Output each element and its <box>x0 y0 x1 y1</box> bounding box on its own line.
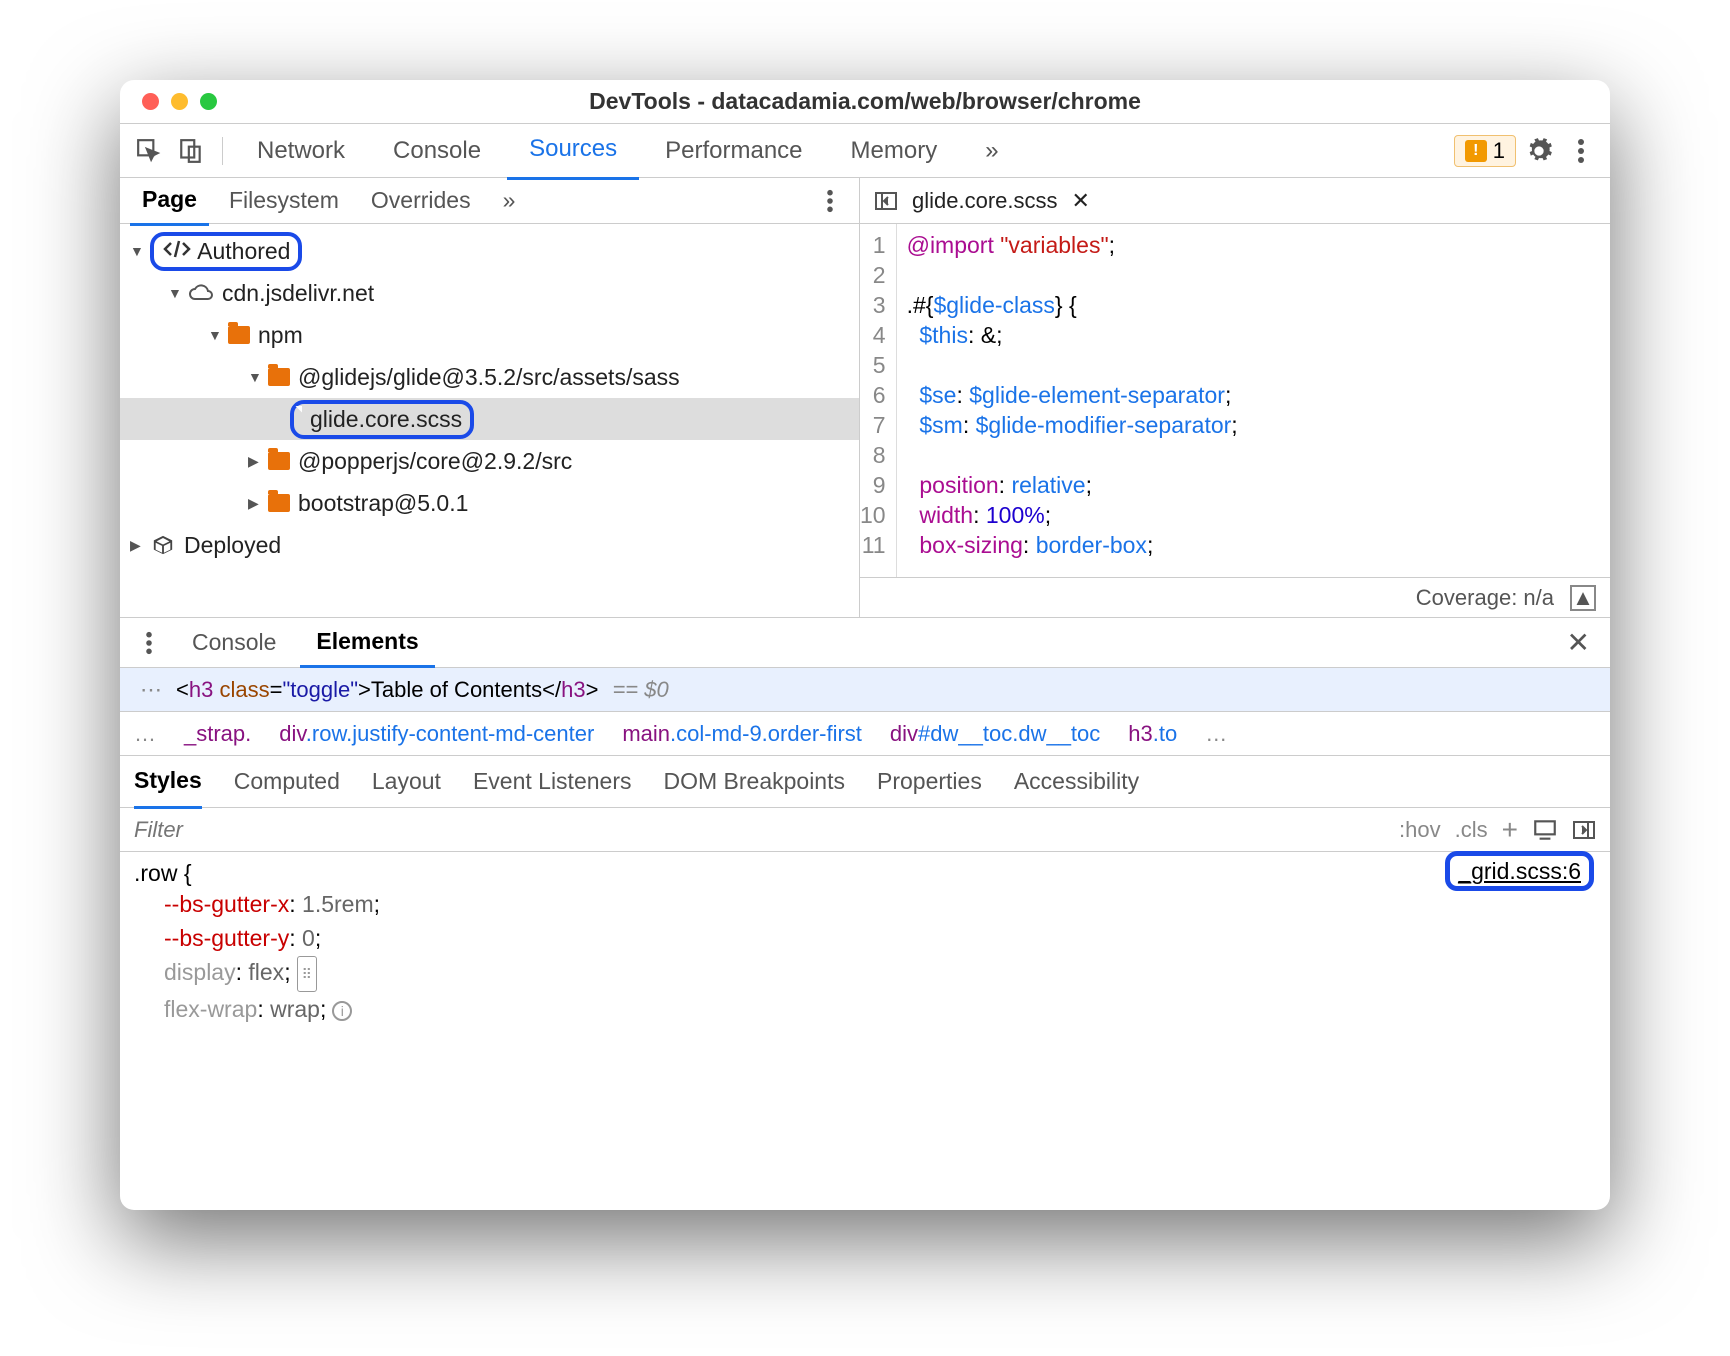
nav-tab-filesystem[interactable]: Filesystem <box>217 177 351 224</box>
style-tab-props[interactable]: Properties <box>877 768 982 795</box>
filter-input[interactable] <box>134 817 1385 843</box>
tab-sources[interactable]: Sources <box>507 121 639 180</box>
code-content: @import "variables";.#{$glide-class} { $… <box>897 224 1238 577</box>
kebab-icon[interactable] <box>811 182 849 220</box>
top-toolbar: Network Console Sources Performance Memo… <box>120 124 1610 178</box>
chevron-down-icon: ▼ <box>248 369 262 385</box>
warning-icon: ! <box>1465 140 1487 162</box>
highlight-capsule: Authored <box>150 232 302 271</box>
navigator-tabs: Page Filesystem Overrides » <box>120 178 859 224</box>
tree-domain[interactable]: ▼ cdn.jsdelivr.net <box>120 272 859 314</box>
box-icon <box>150 534 176 556</box>
chevron-down-icon: ▼ <box>130 243 144 259</box>
chevron-right-icon: ▶ <box>248 495 262 512</box>
close-icon[interactable]: ✕ <box>1557 626 1600 659</box>
folder-icon <box>268 452 290 470</box>
cls-button[interactable]: .cls <box>1455 817 1488 843</box>
computed-icon[interactable] <box>1532 819 1558 841</box>
gear-icon[interactable] <box>1520 132 1558 170</box>
device-icon[interactable] <box>172 132 210 170</box>
line-gutter: 1234567891011 <box>860 224 897 577</box>
chevron-down-icon: ▼ <box>208 327 222 343</box>
panel-toggle-icon[interactable] <box>874 191 898 211</box>
style-tabs: Styles Computed Layout Event Listeners D… <box>120 756 1610 808</box>
tab-console[interactable]: Console <box>371 123 503 179</box>
panel-toggle-icon[interactable] <box>1572 820 1596 840</box>
tab-performance[interactable]: Performance <box>643 123 824 179</box>
html-source: <h3 class="toggle">Table of Contents</h3… <box>176 677 598 703</box>
tab-more[interactable]: » <box>963 123 1020 179</box>
sources-panel: Page Filesystem Overrides » ▼ Authored ▼ <box>120 178 1610 618</box>
tab-network[interactable]: Network <box>235 123 367 179</box>
css-rule: _grid.scss:6 .row { --bs-gutter-x: 1.5re… <box>120 852 1610 1026</box>
selected-indicator: == $0 <box>612 677 668 703</box>
tree-label: bootstrap@5.0.1 <box>298 490 468 517</box>
navigator-pane: Page Filesystem Overrides » ▼ Authored ▼ <box>120 178 860 617</box>
tree-label: glide.core.scss <box>310 406 462 432</box>
tree-npm[interactable]: ▼ npm <box>120 314 859 356</box>
badge-count: 1 <box>1493 138 1505 164</box>
hov-button[interactable]: :hov <box>1399 817 1441 843</box>
tree-authored[interactable]: ▼ Authored <box>120 230 859 272</box>
style-tab-a11y[interactable]: Accessibility <box>1014 768 1139 795</box>
style-tab-event[interactable]: Event Listeners <box>473 768 632 795</box>
tree-label: cdn.jsdelivr.net <box>222 280 374 307</box>
coverage-label: Coverage: n/a <box>1416 585 1554 611</box>
tree-glide-file[interactable]: glide.core.scss <box>120 398 859 440</box>
code-icon <box>162 239 192 259</box>
style-tab-styles[interactable]: Styles <box>134 755 202 809</box>
chevron-right-icon: ▶ <box>130 537 144 554</box>
folder-icon <box>268 494 290 512</box>
drawer-tab-elements[interactable]: Elements <box>300 618 434 668</box>
tree-label: Deployed <box>184 532 281 559</box>
close-icon[interactable]: ✕ <box>1072 188 1090 214</box>
drawer-tabs: Console Elements ✕ <box>120 618 1610 668</box>
issues-badge[interactable]: ! 1 <box>1454 135 1516 167</box>
code-editor[interactable]: 1234567891011 @import "variables";.#{$gl… <box>860 224 1610 577</box>
collapse-icon[interactable]: ▲ <box>1570 585 1596 611</box>
nav-tab-more[interactable]: » <box>491 177 528 224</box>
devtools-window: DevTools - datacadamia.com/web/browser/c… <box>120 80 1610 1210</box>
drawer-tab-console[interactable]: Console <box>176 619 292 666</box>
tree-glide-path[interactable]: ▼ @glidejs/glide@3.5.2/src/assets/sass <box>120 356 859 398</box>
window-title: DevTools - datacadamia.com/web/browser/c… <box>120 88 1610 115</box>
rule-selector[interactable]: .row { <box>134 860 1596 887</box>
titlebar: DevTools - datacadamia.com/web/browser/c… <box>120 80 1610 124</box>
style-tab-computed[interactable]: Computed <box>234 768 340 795</box>
highlight-capsule: glide.core.scss <box>290 400 474 439</box>
elements-selected-node[interactable]: ⋯ <h3 class="toggle">Table of Contents</… <box>120 668 1610 712</box>
inspect-icon[interactable] <box>130 132 168 170</box>
plus-icon[interactable]: + <box>1502 814 1518 846</box>
editor-pane: glide.core.scss ✕ 1234567891011 @import … <box>860 178 1610 617</box>
cloud-icon <box>188 283 214 303</box>
tree-popper[interactable]: ▶ @popperjs/core@2.9.2/src <box>120 440 859 482</box>
separator <box>222 137 223 165</box>
ellipsis-icon: ⋯ <box>140 677 162 703</box>
coverage-bar: Coverage: n/a ▲ <box>860 577 1610 617</box>
editor-tab-label[interactable]: glide.core.scss <box>912 188 1058 214</box>
folder-icon <box>228 326 250 344</box>
chevron-right-icon: ▶ <box>248 453 262 470</box>
nav-tab-page[interactable]: Page <box>130 176 209 226</box>
editor-tabs: glide.core.scss ✕ <box>860 178 1610 224</box>
tree-deployed[interactable]: ▶ Deployed <box>120 524 859 566</box>
kebab-icon[interactable] <box>1562 132 1600 170</box>
tree-label: @popperjs/core@2.9.2/src <box>298 448 572 475</box>
tree-bootstrap[interactable]: ▶ bootstrap@5.0.1 <box>120 482 859 524</box>
kebab-icon[interactable] <box>130 624 168 662</box>
tree-label: npm <box>258 322 303 349</box>
style-tab-dom[interactable]: DOM Breakpoints <box>663 768 845 795</box>
file-tree: ▼ Authored ▼ cdn.jsdelivr.net ▼ npm <box>120 224 859 617</box>
tab-memory[interactable]: Memory <box>829 123 960 179</box>
source-link[interactable]: _grid.scss:6 <box>1445 858 1594 885</box>
tree-label: @glidejs/glide@3.5.2/src/assets/sass <box>298 364 680 391</box>
style-tab-layout[interactable]: Layout <box>372 768 441 795</box>
nav-tab-overrides[interactable]: Overrides <box>359 177 483 224</box>
breadcrumb[interactable]: … _strap. div.row.justify-content-md-cen… <box>120 712 1610 756</box>
tree-label: Authored <box>197 238 290 264</box>
styles-filter-bar: :hov .cls + <box>120 808 1610 852</box>
folder-icon <box>268 368 290 386</box>
chevron-down-icon: ▼ <box>168 285 182 301</box>
